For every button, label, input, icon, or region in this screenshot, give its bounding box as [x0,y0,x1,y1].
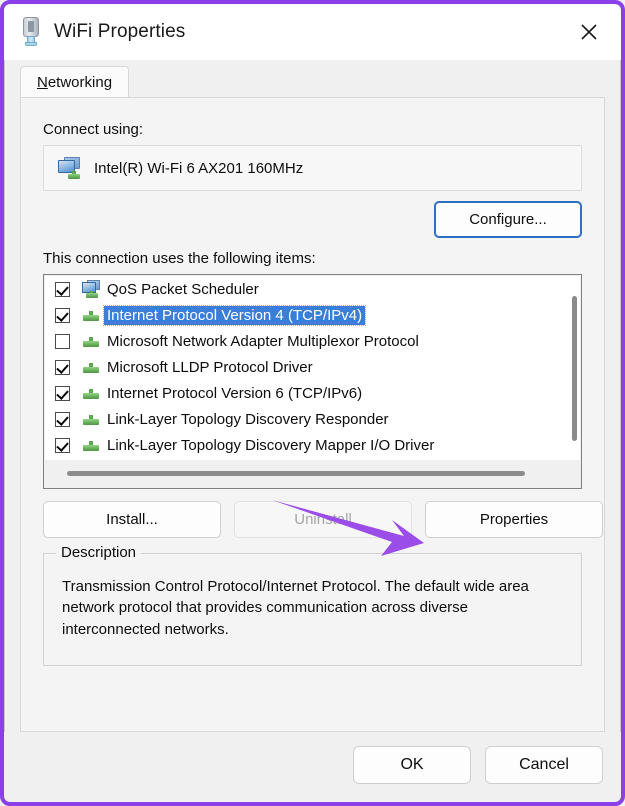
description-text: Transmission Control Protocol/Internet P… [62,578,529,638]
vertical-scrollbar[interactable] [572,296,577,441]
uninstall-button: Uninstall [234,501,412,538]
close-icon[interactable] [567,12,611,52]
tab-networking[interactable]: Networking [20,66,130,98]
network-adapter-icon [56,157,82,179]
usb-network-adapter-icon [20,17,42,47]
item-checkbox[interactable] [55,281,70,297]
dialog-footer: OK Cancel [4,732,621,802]
qos-monitor-plug-icon [81,280,101,298]
protocol-plug-icon [81,436,101,454]
ok-button[interactable]: OK [353,746,471,784]
title-bar: WiFi Properties [4,4,621,60]
protocol-plug-icon [81,384,101,402]
item-label: QoS Packet Scheduler [107,280,259,298]
list-item[interactable]: Microsoft Network Adapter Multiplexor Pr… [45,328,580,354]
tab-networking-label-rest: etworking [47,74,113,91]
item-label: Link-Layer Topology Discovery Responder [107,410,389,428]
list-item[interactable]: Internet Protocol Version 4 (TCP/IPv4) [45,302,580,328]
configure-button[interactable]: Configure... [434,201,582,238]
list-item[interactable]: Internet Protocol Version 6 (TCP/IPv6) [45,380,580,406]
protocol-plug-icon [81,306,101,324]
list-item[interactable]: Link-Layer Topology Discovery Mapper I/O… [45,432,580,458]
item-checkbox[interactable] [55,437,70,453]
list-item[interactable]: QoS Packet Scheduler [45,276,580,302]
cancel-button[interactable]: Cancel [485,746,603,784]
adapter-display: Intel(R) Wi-Fi 6 AX201 160MHz [43,145,582,191]
components-list-viewport[interactable]: QoS Packet Scheduler Internet Protocol V… [45,276,580,461]
item-label: Internet Protocol Version 6 (TCP/IPv6) [107,384,363,402]
adapter-name: Intel(R) Wi-Fi 6 AX201 160MHz [94,159,304,177]
item-label: Internet Protocol Version 4 (TCP/IPv4) [102,304,367,326]
item-action-buttons: Install... Uninstall Properties [43,501,603,538]
wifi-properties-dialog: WiFi Properties Networking Connect using… [4,4,621,802]
horizontal-scrollbar-thumb[interactable] [67,471,525,476]
tab-strip: Networking [20,66,605,98]
item-checkbox[interactable] [55,307,70,323]
networking-tab-panel: Connect using: Intel(R) Wi-Fi 6 AX201 16… [20,97,605,732]
list-item[interactable]: Microsoft LLDP Protocol Driver [45,354,580,380]
item-checkbox[interactable] [55,333,70,349]
list-item[interactable]: Link-Layer Topology Discovery Responder [45,406,580,432]
item-label: Microsoft LLDP Protocol Driver [107,358,313,376]
install-button[interactable]: Install... [43,501,221,538]
description-group: Description Transmission Control Protoco… [43,544,582,666]
window-title: WiFi Properties [54,21,186,42]
protocol-plug-icon [81,358,101,376]
components-list: QoS Packet Scheduler Internet Protocol V… [43,274,582,489]
properties-button[interactable]: Properties [425,501,603,538]
horizontal-scrollbar[interactable] [45,460,580,487]
protocol-plug-icon [81,332,101,350]
description-legend: Description [56,544,142,561]
connect-using-label: Connect using: [43,121,144,138]
item-label: Microsoft Network Adapter Multiplexor Pr… [107,332,419,350]
items-list-label: This connection uses the following items… [43,250,316,267]
item-label: Link-Layer Topology Discovery Mapper I/O… [107,436,435,454]
item-checkbox[interactable] [55,359,70,375]
item-checkbox[interactable] [55,411,70,427]
protocol-plug-icon [81,410,101,428]
item-checkbox[interactable] [55,385,70,401]
